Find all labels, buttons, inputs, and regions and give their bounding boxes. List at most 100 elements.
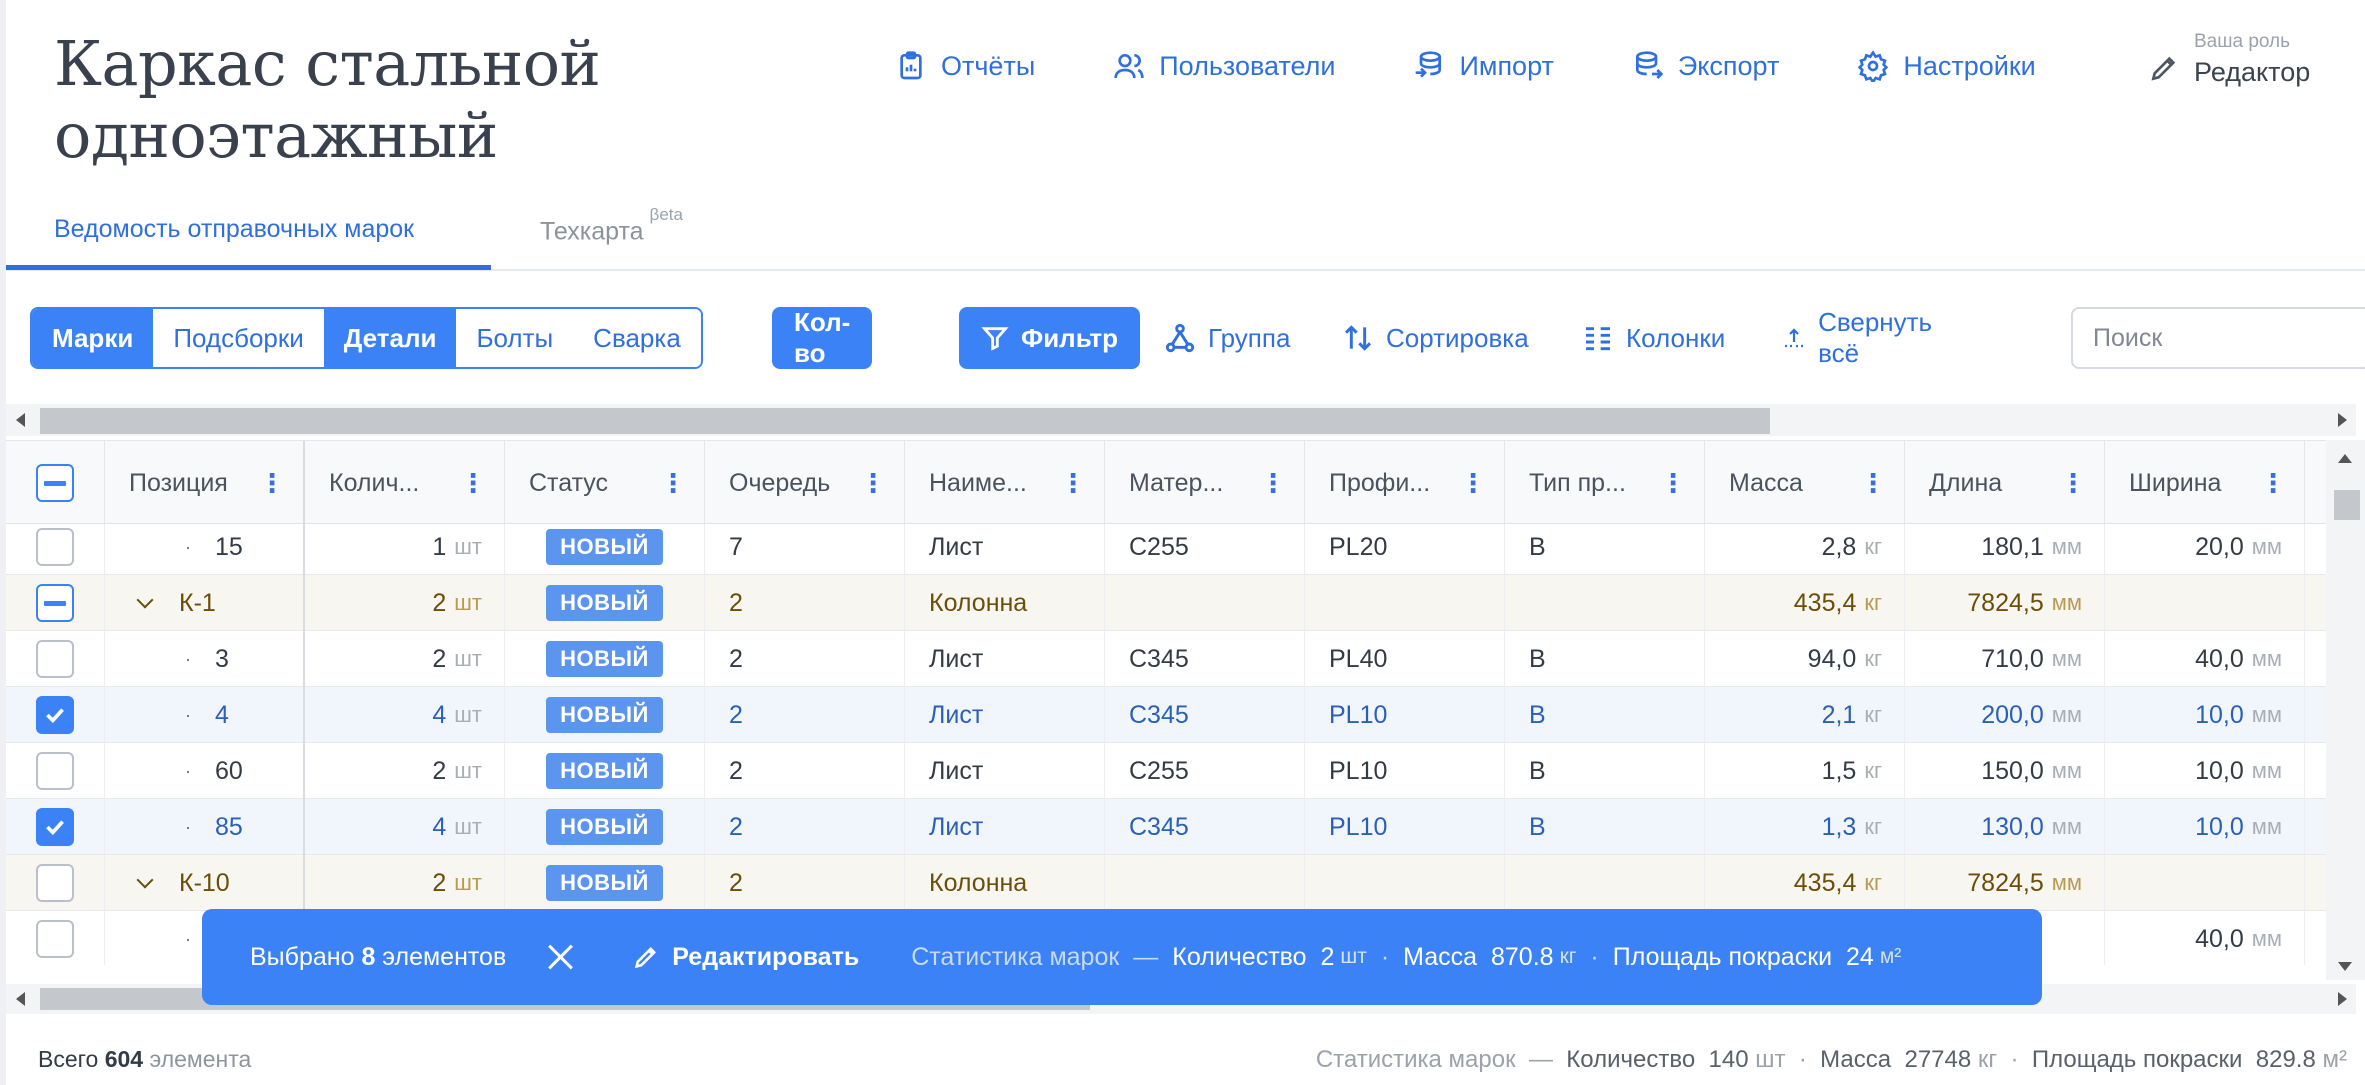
- table-row[interactable]: · 60 2 шт НОВЫЙ 2 Лист С255 PL10 B 1,5 кг 150,0 мм 10,…: [6, 743, 2326, 799]
- database-export-icon: [1635, 51, 1664, 79]
- row-checkbox[interactable]: [36, 864, 74, 902]
- more-vertical-icon[interactable]: ⋮: [660, 470, 686, 496]
- selection-qty-label: Количество: [1172, 942, 1307, 971]
- table-group-row[interactable]: К-10 2 шт НОВЫЙ 2 Колонна 435,4 кг 7824,5 мм: [6, 855, 2326, 911]
- quantity-button[interactable]: Кол-во: [772, 307, 873, 369]
- row-select-cell[interactable]: [6, 575, 105, 631]
- col-profile[interactable]: Профи... ⋮: [1305, 441, 1505, 525]
- table-row[interactable]: · 4 4 шт НОВЫЙ 2 Лист С345 PL10 B 2,1 кг 200,0 мм 10,0…: [6, 687, 2326, 743]
- row-checkbox[interactable]: [36, 920, 74, 958]
- col-width[interactable]: Ширина ⋮: [2105, 441, 2305, 525]
- nav-reports[interactable]: Отчёты: [895, 50, 1035, 82]
- select-all-checkbox[interactable]: [36, 464, 74, 502]
- more-vertical-icon[interactable]: ⋮: [1860, 470, 1886, 496]
- more-vertical-icon[interactable]: ⋮: [460, 470, 486, 496]
- cell-mass: 94,0 кг: [1705, 631, 1905, 687]
- columns-button[interactable]: Колонки: [1582, 307, 1725, 369]
- row-checkbox[interactable]: [36, 528, 74, 566]
- seg-marks[interactable]: Марки: [32, 309, 154, 367]
- footer-area-label: Площадь покраски: [2031, 1046, 2243, 1073]
- quantity-value: 4: [432, 700, 447, 729]
- nav-users[interactable]: Пользователи: [1113, 50, 1335, 82]
- table-row[interactable]: · 3 2 шт НОВЫЙ 2 Лист С345 PL40 B 94,0 кг 710,0 мм 40,…: [6, 631, 2326, 687]
- scroll-down-arrow[interactable]: [2338, 962, 2352, 971]
- col-type[interactable]: Тип пр... ⋮: [1505, 441, 1705, 525]
- more-vertical-icon[interactable]: ⋮: [1260, 470, 1286, 496]
- scrollbar-thumb[interactable]: [40, 408, 1770, 434]
- row-select-cell[interactable]: [6, 855, 105, 911]
- selection-area-value: 24: [1846, 942, 1874, 971]
- edit-button[interactable]: Редактировать: [632, 943, 859, 972]
- close-icon[interactable]: [546, 943, 574, 971]
- scrollbar-thumb[interactable]: [2334, 490, 2360, 520]
- collapse-all-button[interactable]: Свернуть всё: [1782, 307, 1940, 369]
- scroll-left-arrow[interactable]: [16, 992, 25, 1006]
- row-checkbox[interactable]: [36, 752, 74, 790]
- tab-shipping-marks[interactable]: Ведомость отправочных марок: [54, 215, 414, 244]
- scroll-right-arrow[interactable]: [2338, 413, 2347, 427]
- row-select-cell[interactable]: [6, 799, 105, 855]
- nav-export[interactable]: Экспорт: [1632, 50, 1779, 82]
- cell-length-value: 200,0: [1981, 700, 2044, 729]
- row-checkbox[interactable]: [36, 640, 74, 678]
- col-position[interactable]: Позиция ⋮: [105, 441, 305, 525]
- vertical-scrollbar[interactable]: [2326, 440, 2365, 980]
- col-quantity[interactable]: Колич... ⋮: [305, 441, 505, 525]
- group-button[interactable]: Группа: [1164, 307, 1290, 369]
- seg-details[interactable]: Детали: [323, 309, 457, 367]
- cell-width-unit: мм: [2251, 758, 2282, 783]
- more-vertical-icon[interactable]: ⋮: [2060, 470, 2086, 496]
- row-select-cell[interactable]: [6, 687, 105, 743]
- more-vertical-icon[interactable]: ⋮: [1460, 470, 1486, 496]
- sort-button[interactable]: Сортировка: [1342, 307, 1529, 369]
- col-length[interactable]: Длина ⋮: [1905, 441, 2105, 525]
- footer-qty-value: 140: [1708, 1046, 1749, 1073]
- cell-length: 7824,5 мм: [1905, 575, 2105, 631]
- seg-welding[interactable]: Сварка: [573, 309, 701, 367]
- cell-mass-value: 1,3: [1821, 812, 1857, 841]
- scroll-up-arrow[interactable]: [2338, 454, 2352, 463]
- filter-label: Фильтр: [1021, 322, 1119, 353]
- scroll-right-arrow[interactable]: [2338, 992, 2347, 1006]
- more-vertical-icon[interactable]: ⋮: [860, 470, 886, 496]
- seg-bolts[interactable]: Болты: [456, 309, 574, 367]
- row-checkbox[interactable]: [36, 584, 74, 622]
- col-mass[interactable]: Масса ⋮: [1705, 441, 1905, 525]
- nav-import[interactable]: Импорт: [1413, 50, 1554, 82]
- seg-subassemblies[interactable]: Подсборки: [153, 309, 324, 367]
- col-material-label: Матер...: [1129, 468, 1224, 497]
- row-select-cell[interactable]: [6, 631, 105, 687]
- cell-status: НОВЫЙ: [505, 799, 705, 855]
- more-vertical-icon[interactable]: ⋮: [1660, 470, 1686, 496]
- chevron-down-icon[interactable]: [136, 591, 154, 609]
- table-row[interactable]: · 15 1 шт НОВЫЙ 7 Лист С255 PL20 B 2,8 кг 180,1 мм 20,…: [6, 525, 2326, 575]
- table-group-row[interactable]: К-1 2 шт НОВЫЙ 2 Колонна 435,4 кг 7824,5 мм: [6, 575, 2326, 631]
- col-material[interactable]: Матер... ⋮: [1105, 441, 1305, 525]
- row-select-cell[interactable]: [6, 525, 105, 575]
- chevron-down-icon[interactable]: [136, 871, 154, 889]
- nav-settings[interactable]: Настройки: [1857, 50, 2036, 82]
- row-checkbox[interactable]: [36, 808, 74, 846]
- top-horizontal-scrollbar[interactable]: [6, 404, 2356, 436]
- more-vertical-icon[interactable]: ⋮: [1060, 470, 1086, 496]
- selection-count-value: 8: [361, 942, 376, 971]
- col-name[interactable]: Наиме... ⋮: [905, 441, 1105, 525]
- tab-techcard[interactable]: Техкарта βeta: [540, 205, 683, 246]
- more-vertical-icon[interactable]: ⋮: [259, 470, 285, 496]
- row-select-cell[interactable]: [6, 743, 105, 799]
- row-select-cell[interactable]: [6, 911, 105, 965]
- sort-label: Сортировка: [1386, 322, 1529, 353]
- col-status[interactable]: Статус ⋮: [505, 441, 705, 525]
- filter-button[interactable]: Фильтр: [959, 307, 1141, 369]
- table-row[interactable]: · 85 4 шт НОВЫЙ 2 Лист С345 PL10 B 1,3 кг 130,0 мм 10,…: [6, 799, 2326, 855]
- search-input[interactable]: [2071, 307, 2365, 369]
- cell-length: 7824,5 мм: [1905, 855, 2105, 911]
- more-vertical-icon[interactable]: ⋮: [2260, 470, 2286, 496]
- footer-total-value: 604: [104, 1046, 144, 1072]
- scroll-left-arrow[interactable]: [16, 413, 25, 427]
- col-queue[interactable]: Очередь ⋮: [705, 441, 905, 525]
- role-caption: Ваша роль: [2194, 31, 2291, 52]
- header-select-all[interactable]: [6, 441, 105, 525]
- row-checkbox[interactable]: [36, 696, 74, 734]
- role-switcher[interactable]: Ваша роль Редактор: [2148, 30, 2310, 90]
